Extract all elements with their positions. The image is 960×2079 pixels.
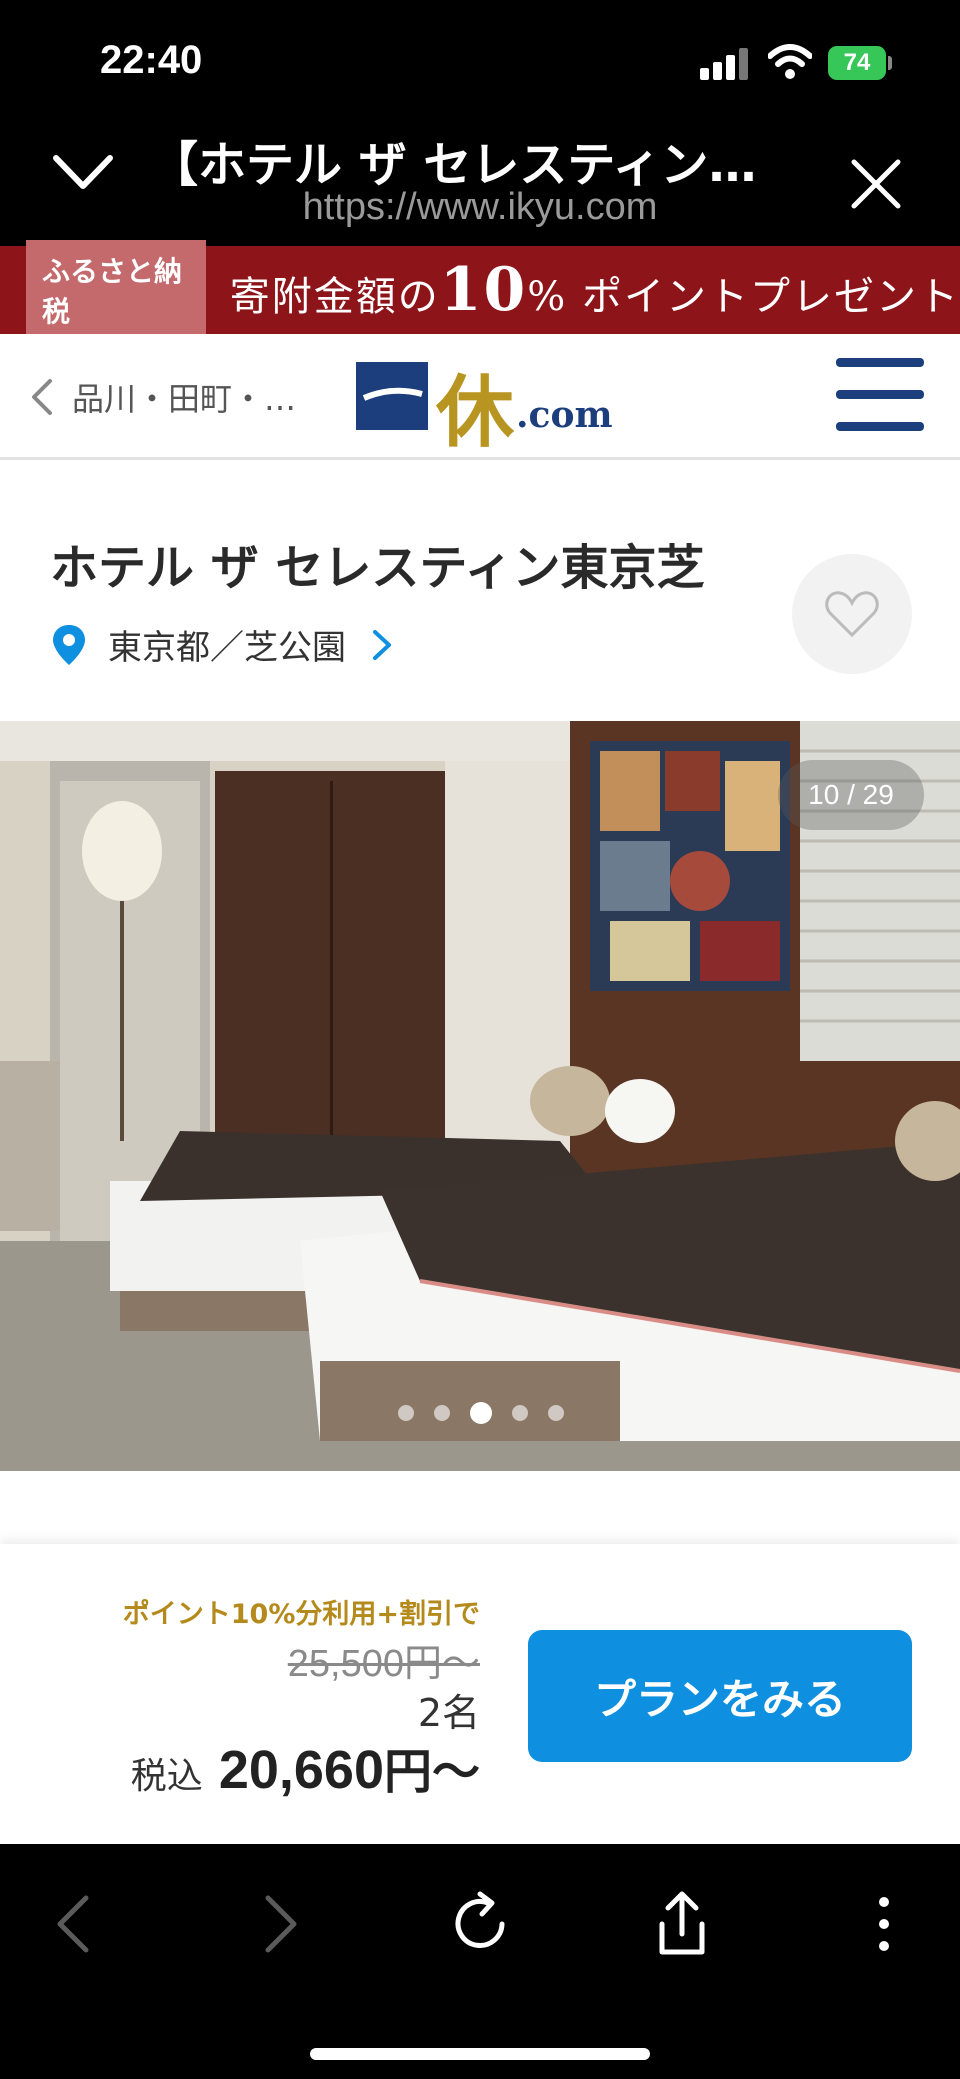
promo-text: 寄附金額の10% ポイントプレゼント (230, 255, 960, 325)
hotel-photo-carousel[interactable] (0, 721, 960, 1471)
battery-level: 74 (843, 49, 871, 76)
carousel-dots (398, 1402, 584, 1424)
booking-bar: ポイント10%分利用+割引で 25,500円〜 2名 税込 20,660 円〜 … (0, 1544, 960, 1844)
home-indicator (310, 2048, 650, 2060)
url-text[interactable]: https://www.ikyu.com (200, 186, 760, 229)
hotel-name: ホテル ザ セレスティン東京芝 (50, 540, 705, 596)
logo-kanji: 休 (436, 367, 515, 458)
battery-icon: 74 (828, 46, 886, 80)
price: 20,660 (218, 1740, 384, 1800)
back-link-label: 品川・田町・… (72, 380, 297, 418)
reload-icon[interactable] (440, 1884, 520, 1964)
promo-tag: ふるさと納税 (26, 240, 206, 340)
status-time: 22:40 (100, 38, 203, 82)
battery-tip (888, 56, 892, 70)
favorite-button[interactable] (792, 554, 912, 674)
original-price: 25,500円〜 (287, 1643, 480, 1685)
logo-suffix: .com (516, 394, 613, 436)
photo-counter: 10 / 29 (778, 760, 924, 830)
price-suffix: 円〜 (383, 1744, 480, 1800)
view-plans-button[interactable]: プランをみる (528, 1630, 912, 1762)
promo-suffix: % ポイントプレゼント (527, 274, 960, 320)
map-pin-icon (53, 624, 85, 665)
tax-label: 税込 (130, 1756, 203, 1797)
hotel-location-link[interactable]: 東京都／芝公園 (50, 620, 394, 669)
browser-toolbar (0, 1844, 960, 2079)
site-header: 品川・田町・… 一休 休 .com (0, 334, 960, 460)
carousel-dot[interactable] (512, 1405, 528, 1421)
chevron-right-icon (373, 629, 391, 660)
back-link[interactable]: 品川・田町・… (28, 374, 296, 420)
promo-prefix: 寄附金額の (229, 274, 440, 320)
hotel-room-photo (0, 721, 960, 1471)
chevron-down-icon[interactable] (50, 150, 116, 196)
back-arrow-icon[interactable] (36, 1884, 116, 1964)
point-discount-note: ポイント10%分利用+割引で (122, 1599, 480, 1630)
carousel-dot[interactable] (434, 1405, 450, 1421)
menu-icon[interactable] (836, 358, 924, 432)
forward-arrow-icon[interactable] (238, 1884, 318, 1964)
furusato-promo-banner[interactable]: ふるさと納税 寄附金額の10% ポイントプレゼント (0, 240, 960, 340)
carousel-dot[interactable] (548, 1405, 564, 1421)
browser-header: 22:40 74 【ホテル ザ セレスティン… https://www.ikyu… (0, 0, 960, 246)
promo-percent: 10 (439, 255, 528, 325)
price-row: 税込 20,660 円〜 (131, 1732, 480, 1802)
signal-icon (700, 48, 750, 80)
wifi-icon (768, 44, 812, 79)
guest-count: 2名 (417, 1691, 480, 1735)
share-icon[interactable] (642, 1884, 722, 1964)
carousel-dot-active[interactable] (470, 1402, 492, 1424)
carousel-dot[interactable] (398, 1405, 414, 1421)
browser-page-title: 【ホテル ザ セレスティン… (150, 137, 757, 193)
close-icon[interactable] (848, 156, 904, 212)
ikyu-logo[interactable]: 一休 休 .com (356, 356, 613, 458)
hotel-location: 東京都／芝公園 (108, 628, 346, 668)
heart-icon (825, 591, 879, 638)
chevron-left-icon (32, 379, 52, 415)
more-icon[interactable] (844, 1884, 924, 1964)
